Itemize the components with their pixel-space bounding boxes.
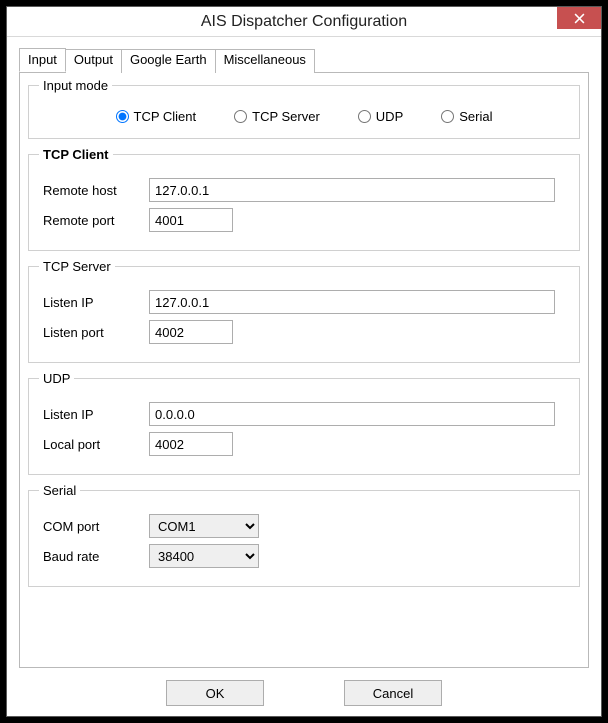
content-area: Input Output Google Earth Miscellaneous … [7,37,601,706]
input-remote-host[interactable] [149,178,555,202]
label-remote-port: Remote port [39,213,149,228]
radio-tcp-client-input[interactable] [116,110,129,123]
tab-output[interactable]: Output [65,49,122,73]
window-title: AIS Dispatcher Configuration [7,13,601,31]
tab-input[interactable]: Input [19,48,66,72]
fieldset-serial: Serial COM port COM1 Baud rate 38400 [28,483,580,587]
radio-serial[interactable]: Serial [441,109,492,124]
close-icon [574,13,585,24]
tab-panel-input: Input mode TCP Client TCP Server UDP [19,72,589,668]
select-baud-rate[interactable]: 38400 [149,544,259,568]
fieldset-tcp-server: TCP Server Listen IP Listen port [28,259,580,363]
label-com-port: COM port [39,519,149,534]
radio-serial-input[interactable] [441,110,454,123]
radio-serial-label: Serial [459,109,492,124]
label-remote-host: Remote host [39,183,149,198]
cancel-button[interactable]: Cancel [344,680,442,706]
legend-serial: Serial [39,483,80,498]
button-row: OK Cancel [19,668,589,706]
input-remote-port[interactable] [149,208,233,232]
radio-tcp-server[interactable]: TCP Server [234,109,320,124]
ok-button[interactable]: OK [166,680,264,706]
radio-tcp-client-label: TCP Client [134,109,197,124]
close-button[interactable] [557,7,601,29]
input-mode-radio-group: TCP Client TCP Server UDP Serial [39,103,569,126]
input-udp-listen-ip[interactable] [149,402,555,426]
select-com-port[interactable]: COM1 [149,514,259,538]
titlebar: AIS Dispatcher Configuration [7,7,601,37]
legend-tcp-client: TCP Client [39,147,113,162]
tab-miscellaneous[interactable]: Miscellaneous [215,49,315,73]
input-tcp-listen-port[interactable] [149,320,233,344]
radio-tcp-client[interactable]: TCP Client [116,109,197,124]
dialog-window: AIS Dispatcher Configuration Input Outpu… [6,6,602,717]
tabs: Input Output Google Earth Miscellaneous [19,48,589,73]
label-udp-local-port: Local port [39,437,149,452]
legend-tcp-server: TCP Server [39,259,115,274]
label-tcp-listen-port: Listen port [39,325,149,340]
fieldset-input-mode: Input mode TCP Client TCP Server UDP [28,78,580,139]
tab-google-earth[interactable]: Google Earth [121,49,216,73]
legend-input-mode: Input mode [39,78,112,93]
radio-udp[interactable]: UDP [358,109,403,124]
fieldset-udp: UDP Listen IP Local port [28,371,580,475]
label-udp-listen-ip: Listen IP [39,407,149,422]
fieldset-tcp-client: TCP Client Remote host Remote port [28,147,580,251]
radio-tcp-server-label: TCP Server [252,109,320,124]
legend-udp: UDP [39,371,74,386]
label-baud-rate: Baud rate [39,549,149,564]
input-tcp-listen-ip[interactable] [149,290,555,314]
radio-udp-input[interactable] [358,110,371,123]
label-tcp-listen-ip: Listen IP [39,295,149,310]
radio-tcp-server-input[interactable] [234,110,247,123]
input-udp-local-port[interactable] [149,432,233,456]
radio-udp-label: UDP [376,109,403,124]
